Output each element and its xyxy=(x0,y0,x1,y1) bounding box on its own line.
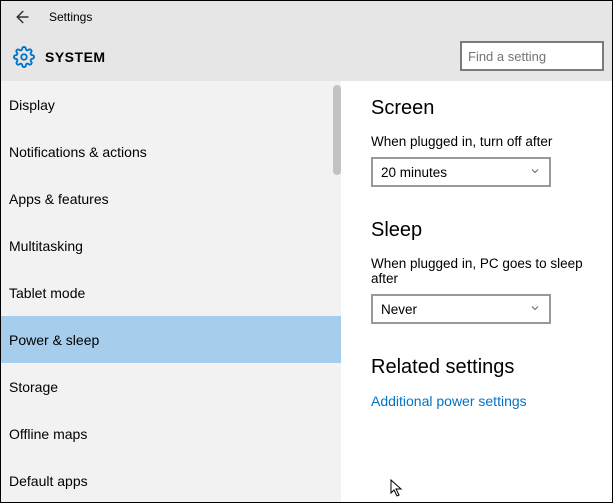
sidebar-item-offline-maps[interactable]: Offline maps xyxy=(1,410,341,457)
back-arrow-icon xyxy=(12,8,30,26)
gear-icon xyxy=(13,46,35,68)
screen-timeout-value: 20 minutes xyxy=(381,165,447,180)
sidebar-item-notifications[interactable]: Notifications & actions xyxy=(1,128,341,175)
sidebar-item-label: Power & sleep xyxy=(9,332,99,348)
sidebar-scrollbar[interactable] xyxy=(333,85,341,175)
main-panel: Screen When plugged in, turn off after 2… xyxy=(341,81,612,502)
sidebar: Display Notifications & actions Apps & f… xyxy=(1,81,341,502)
titlebar: Settings xyxy=(1,1,612,33)
additional-power-settings-link[interactable]: Additional power settings xyxy=(371,393,592,409)
screen-timeout-select[interactable]: 20 minutes xyxy=(371,157,551,187)
page-title: SYSTEM xyxy=(45,49,106,65)
sidebar-item-apps[interactable]: Apps & features xyxy=(1,175,341,222)
screen-heading: Screen xyxy=(371,97,592,120)
chevron-down-icon xyxy=(529,302,541,317)
sleep-heading: Sleep xyxy=(371,219,592,242)
sidebar-item-label: Apps & features xyxy=(9,191,109,207)
sidebar-item-display[interactable]: Display xyxy=(1,81,341,128)
related-heading: Related settings xyxy=(371,356,592,379)
sidebar-item-storage[interactable]: Storage xyxy=(1,363,341,410)
chevron-down-icon xyxy=(529,165,541,180)
screen-plugged-label: When plugged in, turn off after xyxy=(371,134,592,149)
sleep-timeout-value: Never xyxy=(381,302,417,317)
sleep-timeout-select[interactable]: Never xyxy=(371,294,551,324)
sidebar-item-label: Tablet mode xyxy=(9,285,85,301)
search-input[interactable] xyxy=(468,49,596,64)
sidebar-item-label: Multitasking xyxy=(9,238,83,254)
sidebar-item-label: Offline maps xyxy=(9,426,87,442)
subheader: SYSTEM xyxy=(1,33,612,81)
window-title: Settings xyxy=(49,10,92,24)
search-box[interactable] xyxy=(460,41,604,71)
content: Display Notifications & actions Apps & f… xyxy=(1,81,612,502)
sidebar-item-power-sleep[interactable]: Power & sleep xyxy=(1,316,341,363)
sidebar-item-label: Default apps xyxy=(9,473,88,489)
sidebar-item-default-apps[interactable]: Default apps xyxy=(1,457,341,504)
sidebar-item-multitasking[interactable]: Multitasking xyxy=(1,222,341,269)
back-button[interactable] xyxy=(9,5,33,29)
sidebar-item-label: Storage xyxy=(9,379,58,395)
sidebar-item-label: Notifications & actions xyxy=(9,144,147,160)
sidebar-item-label: Display xyxy=(9,97,55,113)
sleep-plugged-label: When plugged in, PC goes to sleep after xyxy=(371,256,592,286)
sidebar-item-tablet[interactable]: Tablet mode xyxy=(1,269,341,316)
